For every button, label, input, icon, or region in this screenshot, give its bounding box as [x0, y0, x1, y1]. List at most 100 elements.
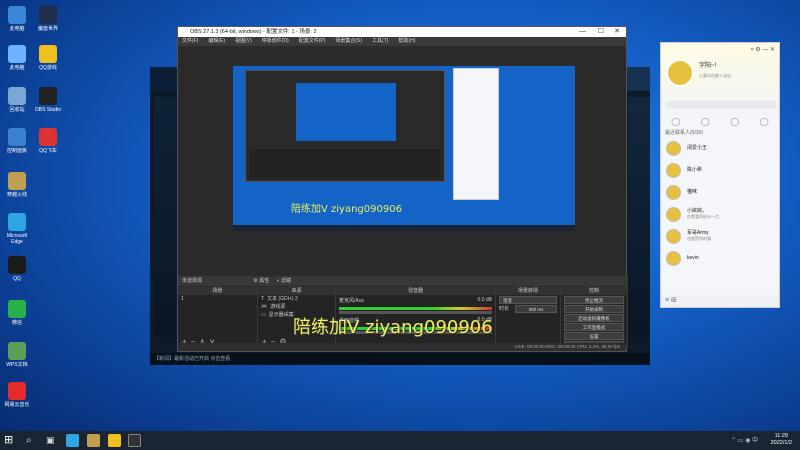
desktop-icon[interactable]: 网易云音乐: [2, 382, 32, 408]
scenes-title: 场景: [178, 287, 257, 295]
desktop-icon-label: QQ飞车: [39, 148, 57, 154]
qq-signature[interactable]: 心事总在被人淡忘...: [699, 73, 734, 79]
control-button[interactable]: 工作室模式: [564, 323, 624, 331]
menu-icon[interactable]: ≡: [665, 297, 669, 304]
obs-preview[interactable]: 陪练加V ziyang090906: [180, 48, 625, 273]
contact-item[interactable]: kevin: [661, 247, 779, 269]
nested-panels: [250, 149, 440, 179]
desktop-icon[interactable]: 魔兽世界: [33, 6, 63, 32]
menu-item[interactable]: 场景集合(S): [335, 37, 362, 46]
desktop-icon-label: WPS文档: [6, 362, 28, 368]
menu-item[interactable]: 停靠部件(D): [262, 37, 289, 46]
obs-statusbar: LIVE: 00:00:00 REC: 00:00:00 CPU: 3.3%, …: [178, 343, 626, 351]
message-tab-icon[interactable]: ◯: [671, 115, 680, 129]
duration-input[interactable]: 300 ms: [515, 305, 557, 313]
desktop-icon[interactable]: 此电脑: [2, 45, 32, 71]
desktop-icon[interactable]: 微信: [2, 300, 32, 326]
task-view-icon[interactable]: ▣: [46, 434, 59, 447]
add-icon[interactable]: ⊞: [671, 297, 677, 304]
monitor-source-icon: ▭: [261, 312, 266, 318]
scenes-panel: 场景 1 + − ∧ ∨: [178, 287, 258, 347]
avatar: [666, 140, 681, 156]
menu-item[interactable]: 视图(V): [235, 37, 252, 46]
language-indicator[interactable]: 中: [752, 438, 758, 444]
no-source-label: 未选择源: [182, 278, 203, 284]
app-icon: [8, 300, 26, 318]
desktop-icon[interactable]: 控制面板: [2, 128, 32, 154]
qq-window-controls[interactable]: ▿ ⚙ — ✕: [751, 46, 775, 53]
maximize-icon[interactable]: ☐: [598, 27, 604, 37]
desktop-icon[interactable]: Microsoft Edge: [2, 213, 32, 245]
contact-item[interactable]: 猫咪: [661, 181, 779, 203]
qq-header: ▿ ⚙ — ✕ 字阳~! 心事总在被人淡忘...: [661, 43, 779, 115]
source-item-label: 文本 (GDI+) 2: [267, 296, 298, 302]
properties-button[interactable]: ⚙ 属性: [253, 278, 269, 284]
edge-icon[interactable]: [66, 434, 79, 447]
source-item[interactable]: 🎮 游戏源: [258, 303, 335, 311]
duration-label: 时长: [499, 306, 510, 312]
minimize-icon[interactable]: —: [579, 27, 586, 37]
desktop-icon[interactable]: 回收站: [2, 87, 32, 113]
source-item[interactable]: T 文本 (GDI+) 2: [258, 295, 335, 303]
contact-message: 也就是你的猫: [687, 236, 711, 241]
recent-contacts-header[interactable]: 最近联系人(5/30): [661, 129, 779, 137]
desktop-icon[interactable]: 此电脑: [2, 6, 32, 32]
controls-title: 控制: [561, 287, 627, 295]
sources-title: 来源: [258, 287, 335, 295]
contact-item[interactable]: 小欲欲。 在看看再给分一点: [661, 203, 779, 225]
avatar[interactable]: [666, 59, 694, 87]
close-icon[interactable]: ✕: [614, 27, 620, 37]
contact-text: 阔爱小王: [687, 145, 707, 151]
control-button[interactable]: 设置: [564, 332, 624, 340]
contacts-tab-icon[interactable]: ◯: [701, 115, 710, 129]
menu-item[interactable]: 配置文件(P): [299, 37, 326, 46]
contact-message: 在看看再给分一点: [687, 214, 719, 219]
windows-start-icon[interactable]: ⊞: [4, 434, 17, 447]
contact-text: 小欲欲。 在看看再给分一点: [687, 208, 719, 220]
scene-item[interactable]: 1: [178, 295, 257, 303]
qq-panel[interactable]: ▿ ⚙ — ✕ 字阳~! 心事总在被人淡忘... ◯ ◯ ◯ ◯ 最近联系人(5…: [660, 42, 780, 308]
contact-item[interactable]: 阔爱小王: [661, 137, 779, 159]
desktop-icon[interactable]: QQ飞车: [33, 128, 63, 154]
desktop-icon[interactable]: OBS Studio: [33, 87, 63, 113]
transitions-panel: 场景转场 渐变 时长 300 ms: [496, 287, 561, 347]
desktop-icon[interactable]: QQ游戏: [33, 45, 63, 71]
clock-time: 11:29: [774, 433, 788, 439]
menu-item[interactable]: 编辑(E): [208, 37, 225, 46]
space-tab-icon[interactable]: ◯: [730, 115, 739, 129]
desktop-icon[interactable]: WPS文档: [2, 342, 32, 368]
source-toolbar: 未选择源 ⚙ 属性 ◐ 滤镜: [178, 276, 628, 286]
nested-preview: [296, 83, 396, 141]
avatar: [666, 184, 681, 200]
contact-item[interactable]: 军哥Army 也就是你的猫: [661, 225, 779, 247]
app-icon: [39, 45, 57, 63]
app-icon: [8, 6, 26, 24]
transition-select[interactable]: 渐变: [499, 296, 557, 304]
control-button[interactable]: 停止推流: [564, 296, 624, 304]
menu-item[interactable]: 工具(T): [372, 37, 388, 46]
qq-bottom-bar: ≡ ⊞: [661, 295, 779, 307]
game-launcher-icon[interactable]: [87, 434, 100, 447]
control-button[interactable]: 开始录制: [564, 305, 624, 313]
app-icon: [39, 6, 57, 24]
desktop-icon[interactable]: 穿越火线: [2, 172, 32, 198]
group-tab-icon[interactable]: ◯: [760, 115, 769, 129]
clock[interactable]: 11:29 2022/1/2: [771, 433, 792, 447]
search-icon[interactable]: ⌕: [26, 434, 39, 447]
obs-window[interactable]: OBS 27.1.3 (64-bit, windows) - 配置文件: 1 -…: [177, 26, 628, 352]
avatar: [666, 250, 681, 266]
filters-button[interactable]: ◐ 滤镜: [277, 278, 291, 284]
control-button[interactable]: 启动虚拟摄像机: [564, 314, 624, 322]
contact-item[interactable]: 陈小希: [661, 159, 779, 181]
menu-item[interactable]: 帮助(H): [398, 37, 415, 46]
qq-taskbar-icon[interactable]: [108, 434, 121, 447]
game-left-panel: [154, 97, 176, 337]
qq-search-input[interactable]: [666, 101, 776, 109]
qq-username: 字阳~!: [699, 63, 717, 69]
obs-taskbar-icon[interactable]: [128, 434, 141, 447]
app-icon: [39, 87, 57, 105]
track-name: 麦克风/Aux: [339, 298, 365, 304]
menu-item[interactable]: 文件(F): [182, 37, 198, 46]
desktop-icon[interactable]: QQ: [2, 256, 32, 282]
tray-icons[interactable]: ⌃ ▭ ◉ 中: [731, 435, 758, 444]
